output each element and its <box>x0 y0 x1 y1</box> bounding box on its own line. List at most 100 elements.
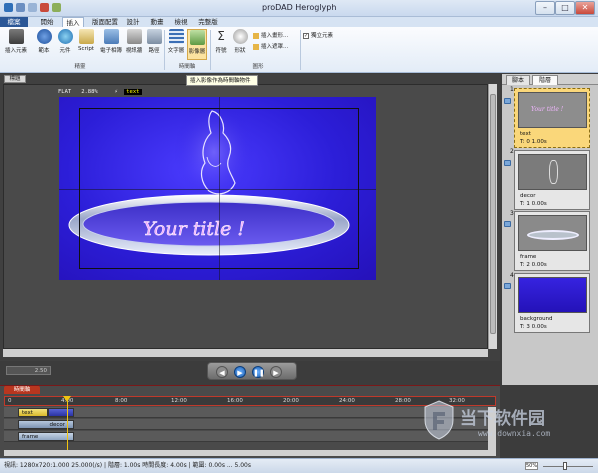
layer-card-frame[interactable]: frame T: 2 0.00s <box>514 211 590 271</box>
separator <box>210 30 211 70</box>
standalone-checkbox[interactable]: ✓ 獨立元素 <box>303 31 333 39</box>
album-button[interactable]: 電子相簿 <box>98 29 124 54</box>
layers-tabs: 腳本 階層 <box>502 74 598 85</box>
stage-vertical-scrollbar[interactable] <box>488 84 497 349</box>
shield-logo-icon <box>424 400 454 440</box>
timeline-clip-text[interactable]: text <box>18 408 48 417</box>
save-icon[interactable] <box>16 3 25 12</box>
layer-thumbnail <box>518 277 587 313</box>
ruler-tick: 0 <box>8 398 12 404</box>
stage-tab[interactable]: 標題 <box>4 75 26 83</box>
render-mode: FLAT <box>58 89 72 95</box>
image-layer-button[interactable]: 影像層 <box>187 29 207 60</box>
layer-pin-icon[interactable] <box>504 160 511 166</box>
title-bar: proDAD Heroglyph – □ ✕ <box>0 0 598 17</box>
zoom-input[interactable]: 2.50 <box>6 366 51 375</box>
folder-icon <box>253 32 259 39</box>
text-layer-icon <box>168 29 184 44</box>
tab-home[interactable]: 開始 <box>34 17 60 27</box>
layer-pin-icon[interactable] <box>504 283 511 289</box>
tab-view[interactable]: 檢視 <box>170 17 192 27</box>
group-label-timeline: 時間軸 <box>178 64 196 70</box>
zoom-slider-knob[interactable] <box>563 462 567 470</box>
watermark: 当下软件园 www.downxia.com <box>420 396 580 452</box>
insert-mask-button[interactable]: 插入遮罩... <box>253 42 288 50</box>
checkbox-icon: ✓ <box>303 32 309 39</box>
zoom-slider[interactable] <box>543 466 593 467</box>
ruler-tick: 24:00 <box>339 398 355 404</box>
layer-pin-icon[interactable] <box>504 221 511 227</box>
timeline-tab[interactable]: 時間軸 <box>4 386 40 394</box>
group-label-effects: 精靈 <box>74 64 86 70</box>
undo-icon[interactable] <box>28 3 37 12</box>
ruler-tick: 28:00 <box>395 398 411 404</box>
globe-icon <box>57 29 73 44</box>
layer-thumbnail: Your title ! <box>518 92 587 128</box>
tab-script[interactable]: 腳本 <box>506 75 530 85</box>
tab-file[interactable]: 檔案 <box>0 17 28 27</box>
path-button[interactable]: 路徑 <box>146 29 162 54</box>
close-doc-icon[interactable] <box>40 3 49 12</box>
tab-design[interactable]: 設計 <box>122 17 144 27</box>
layer-card-background[interactable]: background T: 3 0.00s <box>514 273 590 333</box>
video-wall-button[interactable]: 視訊牆 <box>124 29 144 54</box>
tab-animation[interactable]: 動畫 <box>146 17 168 27</box>
maximize-button[interactable]: □ <box>555 1 575 15</box>
layer-name: frame <box>520 254 537 260</box>
layer-time: T: 1 0.00s <box>520 201 547 207</box>
timeline-clip-frame[interactable]: frame <box>18 432 74 441</box>
status-bar: 視訊: 1280x720:1.000 25.000(/s) | 階層: 1.00… <box>0 458 598 473</box>
layer-time: T: 2 0.00s <box>520 262 547 268</box>
window-title: proDAD Heroglyph <box>262 3 337 12</box>
scroll-thumb[interactable] <box>490 94 496 334</box>
path-icon <box>146 29 162 44</box>
shape-button[interactable]: 形狀 <box>231 29 249 54</box>
sigma-icon: Σ <box>217 29 225 43</box>
close-button[interactable]: ✕ <box>575 1 595 15</box>
gear-icon <box>232 29 248 44</box>
tab-layers[interactable]: 階層 <box>532 75 558 85</box>
watermark-url: www.downxia.com <box>478 429 551 438</box>
ribbon-tabs: 檔案 開始 插入 版面配置 設計 動畫 檢視 完整版 <box>0 17 598 28</box>
stage-info-bar: FLAT 2.88% ⚡ text <box>58 89 142 95</box>
watermark-text: 当下软件园 <box>460 409 545 429</box>
center-guide-horizontal <box>59 189 376 190</box>
transport-controls: ◀ ▶ ❚❚ ▶ <box>207 362 297 380</box>
layer-pin-icon[interactable] <box>504 98 511 104</box>
status-text: 視訊: 1280x720:1.000 25.000(/s) | 階層: 1.00… <box>4 462 251 469</box>
brush-icon <box>8 29 24 44</box>
timeline-clip-text-tail[interactable] <box>48 408 74 417</box>
ruler-tick: 20:00 <box>283 398 299 404</box>
tooltip: 插入影像作為時間軸物件 <box>186 75 258 86</box>
forward-icon[interactable]: ▶ <box>270 366 282 378</box>
app-menu-icon[interactable] <box>4 3 13 12</box>
timeline-clip-decor[interactable]: decor <box>18 420 74 429</box>
status-zoom[interactable]: 50% <box>525 462 538 470</box>
layer-thumbnail <box>518 215 587 251</box>
rewind-icon[interactable]: ◀ <box>216 366 228 378</box>
redo-icon[interactable] <box>52 3 61 12</box>
tab-full-version[interactable]: 完整版 <box>194 17 222 27</box>
insert-element-button[interactable]: 插入元素 <box>3 29 29 54</box>
layer-time: T: 0 1.00s <box>520 139 547 145</box>
insert-drawing-button[interactable]: 插入畫形... <box>253 31 288 39</box>
script-button[interactable]: Script <box>76 29 96 52</box>
frame-thumb-icon <box>527 230 579 240</box>
library-button[interactable]: 範本 <box>33 29 55 54</box>
play-icon[interactable]: ▶ <box>234 366 246 378</box>
symbol-button[interactable]: Σ 符號 <box>213 29 229 54</box>
video-wall-icon <box>126 29 142 44</box>
pause-icon[interactable]: ❚❚ <box>252 366 265 378</box>
element-button[interactable]: 元件 <box>56 29 74 54</box>
layer-card-text[interactable]: Your title ! text T: 0 1.00s <box>514 88 590 148</box>
folder-icon <box>253 43 259 50</box>
playhead[interactable] <box>67 398 68 450</box>
ribbon: 插入元素 範本 元件 Script 電子相簿 視訊牆 路徑 精靈 文字層 影像層… <box>0 27 598 73</box>
text-layer-button[interactable]: 文字層 <box>167 29 185 54</box>
group-label-graphics: 圖形 <box>252 64 264 70</box>
tab-layout[interactable]: 版面配置 <box>88 17 122 27</box>
layer-card-decor[interactable]: decor T: 1 0.00s <box>514 150 590 210</box>
ruler-tick: 16:00 <box>227 398 243 404</box>
minimize-button[interactable]: – <box>535 1 555 15</box>
stage-horizontal-scrollbar[interactable] <box>3 349 488 357</box>
